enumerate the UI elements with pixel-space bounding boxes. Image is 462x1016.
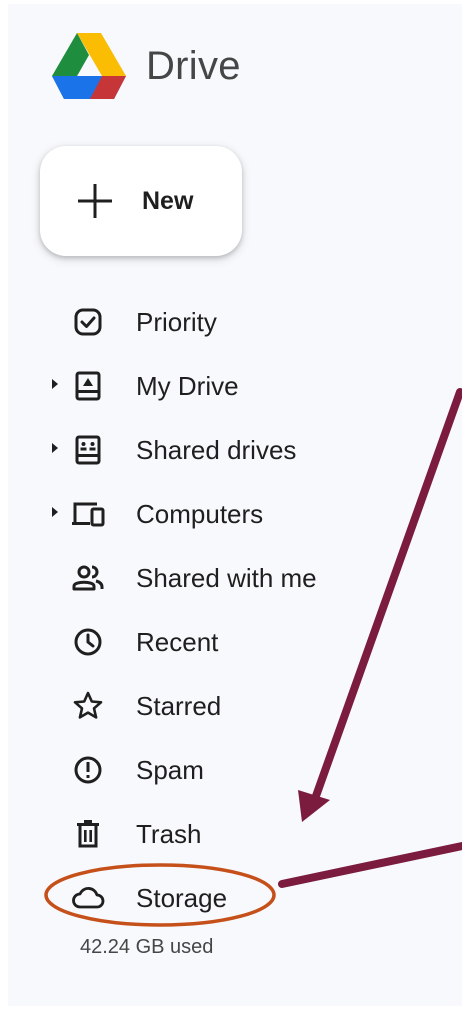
shared-with-me-icon (70, 560, 106, 596)
expand-caret-icon[interactable] (52, 379, 58, 389)
cloud-icon (70, 880, 106, 916)
sidebar-item-label: Shared with me (136, 563, 317, 593)
sidebar-item-label: Shared drives (136, 435, 297, 465)
sidebar-item-spam[interactable]: Spam (8, 738, 462, 802)
shared-drives-icon (70, 432, 106, 468)
trash-icon (70, 816, 106, 852)
sidebar-item-label: Spam (136, 755, 204, 785)
sidebar-item-my-drive[interactable]: My Drive (8, 354, 462, 418)
google-drive-logo-icon (52, 33, 126, 99)
drive-logo[interactable]: Drive (52, 30, 241, 102)
new-button-label: New (142, 186, 194, 215)
sidebar-item-label: Priority (136, 307, 217, 337)
sidebar-item-label: Storage (136, 883, 228, 913)
app-name: Drive (146, 43, 241, 88)
expand-caret-icon[interactable] (52, 443, 58, 453)
sidebar-item-label: Recent (136, 627, 219, 657)
plus-icon (78, 184, 112, 218)
sidebar-item-priority[interactable]: Priority (8, 290, 462, 354)
priority-check-icon (70, 304, 106, 340)
sidebar-item-storage[interactable]: Storage (8, 866, 462, 930)
new-button[interactable]: New (40, 146, 242, 256)
computers-icon (70, 496, 106, 532)
sidebar-item-label: Trash (136, 819, 202, 849)
clock-icon (70, 624, 106, 660)
sidebar-item-recent[interactable]: Recent (8, 610, 462, 674)
sidebar-item-shared-with-me[interactable]: Shared with me (8, 546, 462, 610)
sidebar-item-label: My Drive (136, 371, 239, 401)
my-drive-icon (70, 368, 106, 404)
sidebar-item-trash[interactable]: Trash (8, 802, 462, 866)
sidebar-nav: Priority My Drive Shared drives Computer… (8, 290, 462, 930)
sidebar-item-label: Computers (136, 499, 264, 529)
star-icon (70, 688, 106, 724)
sidebar-item-computers[interactable]: Computers (8, 482, 462, 546)
sidebar-item-starred[interactable]: Starred (8, 674, 462, 738)
page: Drive New Priority My Drive Shared drive… (0, 0, 462, 1016)
sidebar: Drive New Priority My Drive Shared drive… (8, 4, 462, 1006)
expand-caret-icon[interactable] (52, 507, 58, 517)
sidebar-item-label: Starred (136, 691, 222, 721)
sidebar-item-shared-drives[interactable]: Shared drives (8, 418, 462, 482)
spam-icon (70, 752, 106, 788)
storage-used-text: 42.24 GB used (80, 936, 214, 958)
